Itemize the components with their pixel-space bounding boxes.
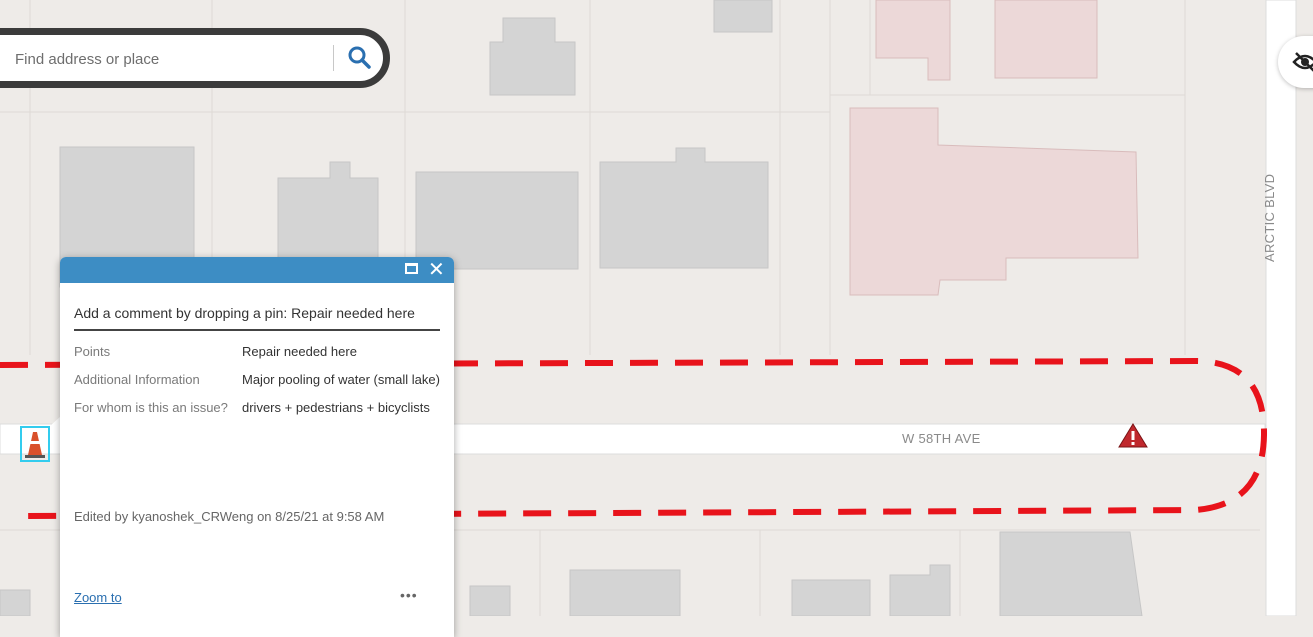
field-label: For whom is this an issue? (74, 400, 228, 415)
zoom-to-link[interactable]: Zoom to (74, 590, 122, 605)
popup-header: ✕ (60, 257, 454, 283)
eye-off-icon (1292, 52, 1313, 72)
field-value: drivers + pedestrians + bicyclists (242, 400, 430, 415)
search-bar (0, 28, 390, 88)
street-label-arctic: ARCTIC BLVD (1262, 173, 1277, 262)
field-label: Additional Information (74, 372, 200, 387)
street-label-w58th: W 58TH AVE (902, 431, 981, 446)
close-icon[interactable]: ✕ (428, 259, 445, 279)
more-options-button[interactable]: ••• (400, 587, 418, 603)
feature-popup: ✕ Add a comment by dropping a pin: Repai… (60, 257, 454, 637)
field-value: Repair needed here (242, 344, 357, 359)
search-icon (348, 46, 371, 69)
search-button[interactable] (345, 43, 375, 73)
maximize-icon[interactable] (405, 263, 418, 274)
search-input[interactable] (13, 45, 307, 73)
table-row: Additional Information Major pooling of … (74, 371, 440, 399)
field-label: Points (74, 344, 111, 359)
edited-info: Edited by kyanoshek_CRWeng on 8/25/21 at… (74, 509, 385, 524)
table-row: Points Repair needed here (74, 343, 440, 371)
attribute-table: Points Repair needed here Additional Inf… (74, 343, 440, 427)
popup-title: Add a comment by dropping a pin: Repair … (74, 303, 440, 331)
search-separator (333, 45, 334, 71)
field-value: Major pooling of water (small lake) (242, 372, 440, 387)
table-row: For whom is this an issue? drivers + ped… (74, 399, 440, 427)
